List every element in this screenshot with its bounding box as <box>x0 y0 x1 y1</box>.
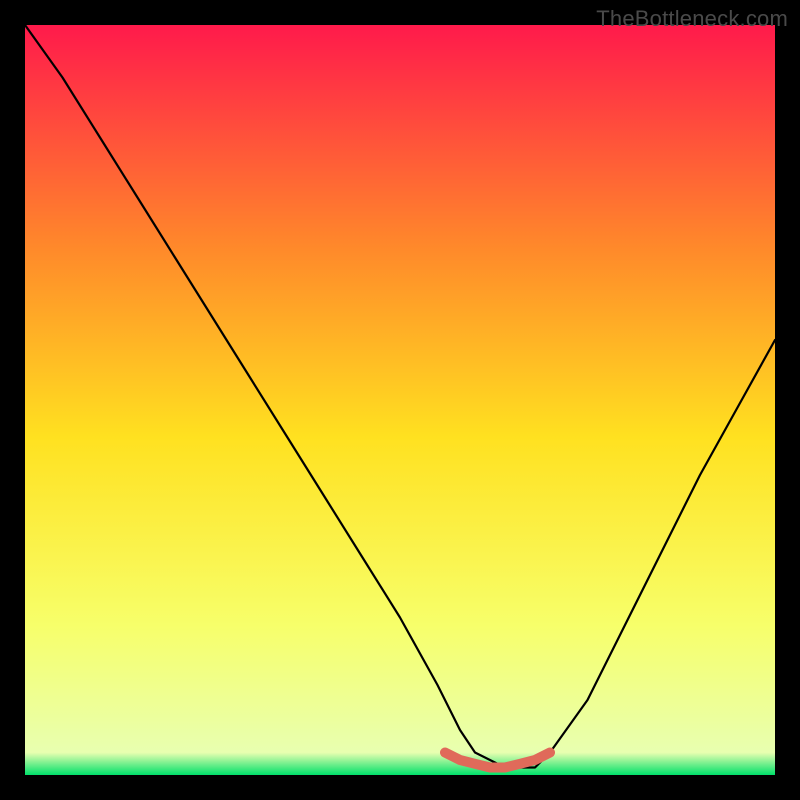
watermark-text: TheBottleneck.com <box>596 6 788 32</box>
chart-frame: TheBottleneck.com <box>0 0 800 800</box>
chart-svg <box>25 25 775 775</box>
bottleneck-plot <box>25 25 775 775</box>
plot-background <box>25 25 775 775</box>
